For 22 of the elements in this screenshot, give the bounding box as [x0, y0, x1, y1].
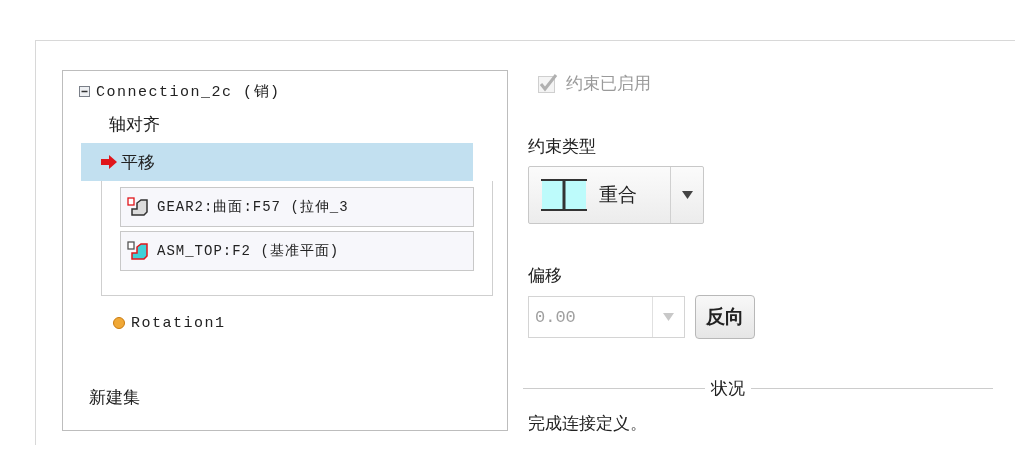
reference-item[interactable]: GEAR2:曲面:F57 (拉伸_3 [120, 187, 474, 227]
constraint-item[interactable]: 轴对齐 [79, 105, 493, 143]
tree-item[interactable]: Connection_2c (销) [96, 81, 281, 101]
reference-item[interactable]: ASM_TOP:F2 (基准平面) [120, 231, 474, 271]
new-set-link[interactable]: 新建集 [89, 386, 140, 409]
dropdown-arrow-icon [681, 191, 693, 199]
field-label: 约束类型 [528, 135, 596, 158]
tree-item[interactable]: Rotation1 [131, 314, 226, 332]
section-title: 状况 [711, 377, 745, 400]
part-icon [127, 197, 149, 217]
status-dot-icon [113, 317, 125, 329]
field-label: 偏移 [528, 264, 562, 287]
constraint-item[interactable]: 平移 [81, 143, 473, 181]
arrow-icon [101, 155, 117, 169]
collapse-icon[interactable] [79, 85, 90, 97]
part-icon [127, 241, 149, 261]
constraint-type-dropdown[interactable]: 重合 [528, 166, 704, 224]
flip-button[interactable]: 反向 [695, 295, 755, 339]
dropdown-arrow-icon [663, 313, 674, 321]
status-message: 完成连接定义。 [528, 412, 647, 435]
checkbox-label: 约束已启用 [566, 72, 651, 95]
coincident-icon [541, 179, 587, 211]
